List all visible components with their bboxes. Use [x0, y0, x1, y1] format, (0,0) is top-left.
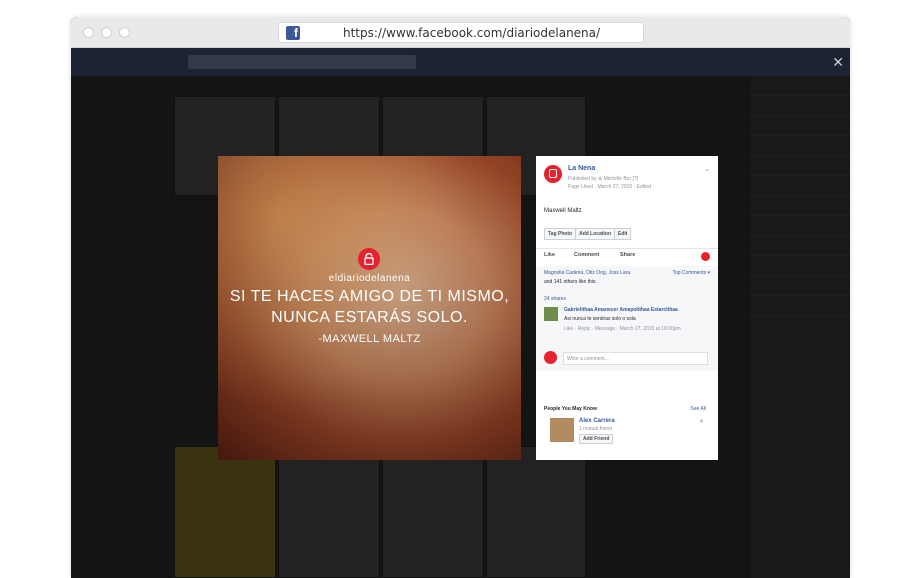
comment-text: Asi nunca te sentiras solo o sola	[564, 316, 636, 322]
top-comments-dropdown[interactable]: Top Comments ▾	[672, 270, 710, 276]
browser-toolbar: f https://www.facebook.com/diariodelanen…	[71, 17, 850, 48]
comment-button[interactable]: Comment	[574, 252, 599, 258]
commenter-name[interactable]: Gabrielithaa Amanecer Amapolithaa Estarc…	[564, 307, 678, 313]
grid-tile[interactable]	[174, 446, 276, 578]
likers-count[interactable]: and 141 others like this.	[544, 279, 597, 285]
post-photo: eldiariodelanena SI TE HACES AMIGO DE TI…	[218, 156, 521, 460]
facebook-search-input[interactable]	[188, 55, 416, 69]
grid-tile[interactable]	[278, 446, 380, 578]
grid-tile[interactable]	[486, 446, 586, 578]
comment-item: Gabrielithaa Amanecer Amapolithaa Estarc…	[536, 303, 718, 345]
dismiss-icon[interactable]: ✕	[699, 418, 704, 425]
close-dot[interactable]	[83, 27, 94, 38]
page-name[interactable]: La Nena	[568, 165, 595, 172]
grid-tile[interactable]	[382, 446, 484, 578]
post-date: Page Liked · March 27, 2015 · Edited ·	[568, 184, 654, 190]
comment-meta[interactable]: Like · Reply · Message · March 27, 2015 …	[564, 326, 684, 333]
chevron-down-icon[interactable]: ⌄	[704, 165, 710, 173]
minimize-dot[interactable]	[101, 27, 112, 38]
page-avatar[interactable]	[544, 165, 562, 183]
reaction-icon[interactable]	[701, 252, 710, 261]
lock-logo-icon	[358, 248, 380, 270]
quote-line-1: SI TE HACES AMIGO DE TI MISMO,	[229, 288, 510, 305]
photo-action-buttons: Tag Photo Add Location Edit	[544, 228, 632, 240]
comment-input[interactable]: Write a comment...	[563, 352, 708, 365]
user-avatar	[544, 351, 557, 364]
facebook-top-bar	[71, 48, 850, 76]
facebook-icon: f	[286, 26, 300, 40]
chat-sidebar	[751, 76, 850, 578]
add-location-button[interactable]: Add Location	[575, 228, 616, 240]
post-actions: Like Comment Share	[544, 252, 710, 262]
shares-link[interactable]: 24 shares	[544, 296, 566, 302]
post-caption: Maxwell Maltz	[544, 208, 582, 214]
friend-avatar[interactable]	[550, 418, 574, 442]
write-comment-area: Write a comment...	[536, 345, 718, 371]
quote-line-2: NUNCA ESTARÁS SOLO.	[271, 309, 468, 326]
post-detail-panel: La Nena Published by ⊕ Michelle Bor [?] …	[536, 156, 718, 460]
address-bar[interactable]: f https://www.facebook.com/diariodelanen…	[278, 22, 644, 43]
share-button[interactable]: Share	[620, 252, 635, 258]
friend-name[interactable]: Alex Carrera	[579, 418, 615, 424]
quote-author: -MAXWELL MALTZ	[318, 333, 421, 345]
commenter-avatar[interactable]	[544, 307, 558, 321]
maximize-dot[interactable]	[119, 27, 130, 38]
mutual-friends: 1 mutual friend	[579, 426, 613, 432]
see-all-link[interactable]: See All	[690, 406, 706, 412]
pymk-title: People You May Know	[544, 406, 597, 412]
url-text: https://www.facebook.com/diariodelanena/	[343, 26, 601, 40]
facebook-page-background: ✕ eldiariodelanena SI TE HACES AMIGO DE …	[71, 48, 850, 578]
browser-window: f https://www.facebook.com/diariodelanen…	[71, 17, 850, 578]
photo-logo-text: eldiariodelanena	[328, 273, 411, 284]
tag-photo-button[interactable]: Tag Photo	[544, 228, 577, 240]
edit-button[interactable]: Edit	[614, 228, 632, 240]
add-friend-button[interactable]: Add Friend	[579, 434, 614, 444]
likers-names[interactable]: Magnolia Cadena, Otiz Oog, Joss Lara	[544, 270, 630, 276]
published-by: Published by ⊕ Michelle Bor [?]	[568, 176, 639, 182]
close-icon[interactable]: ✕	[832, 54, 844, 71]
like-button[interactable]: Like	[544, 252, 555, 258]
